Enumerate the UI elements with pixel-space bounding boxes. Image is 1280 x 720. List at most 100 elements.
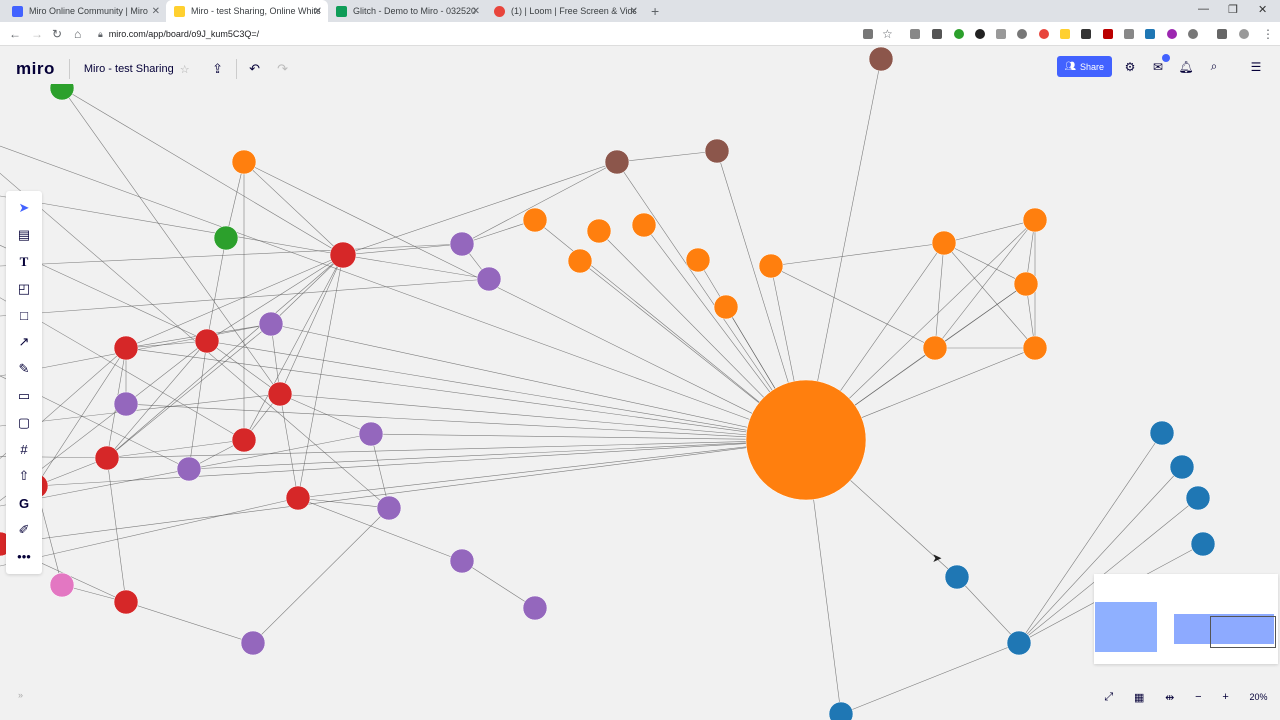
zoom-level[interactable]: 20% (1250, 692, 1268, 702)
settings-sliders-icon[interactable]: ⚙ (1120, 57, 1140, 77)
graph-edge[interactable] (297, 439, 807, 499)
graph-node-orange[interactable] (1022, 335, 1048, 361)
network-graph[interactable] (0, 46, 1280, 720)
graph-edge[interactable] (243, 254, 344, 441)
home-icon[interactable]: ⌂ (74, 27, 81, 41)
graph-edge[interactable] (342, 254, 490, 280)
export-icon[interactable]: ⇪ (204, 56, 232, 82)
connection-line-icon[interactable]: ↗ (6, 329, 42, 356)
browser-tab-active[interactable]: Miro - test Sharing, Online White ✕ (166, 0, 328, 22)
graph-edge[interactable] (943, 219, 1036, 244)
graph-edge[interactable] (61, 87, 281, 395)
extension-icon[interactable] (1081, 29, 1091, 39)
shape-icon[interactable]: □ (6, 302, 42, 329)
extension-icon[interactable] (1017, 29, 1027, 39)
close-tab-icon[interactable]: ✕ (630, 6, 638, 17)
notifications-bell-icon[interactable]: 🔔︎ (1176, 57, 1196, 77)
graph-node-blue[interactable] (1006, 630, 1032, 656)
extension-icon[interactable] (910, 29, 920, 39)
graph-node-purple[interactable] (449, 231, 475, 257)
text-icon[interactable]: T (6, 249, 42, 276)
extension-icon[interactable] (1188, 29, 1198, 39)
reload-icon[interactable]: ↻ (52, 27, 62, 41)
graph-node-purple[interactable] (176, 456, 202, 482)
templates-icon[interactable]: ▤ (6, 222, 42, 249)
graph-node-purple[interactable] (522, 595, 548, 621)
graph-node-red[interactable] (94, 445, 120, 471)
graph-edge[interactable] (943, 242, 1027, 285)
browser-tab[interactable]: (1) | Loom | Free Screen & Video ✕ (486, 0, 644, 22)
graph-edge[interactable] (279, 393, 372, 435)
extension-icon[interactable] (1039, 29, 1049, 39)
redo-icon[interactable]: ↷ (269, 56, 297, 82)
graph-node-purple[interactable] (449, 548, 475, 574)
graph-edge[interactable] (461, 560, 536, 609)
graph-node-orange[interactable] (231, 149, 257, 175)
miro-logo[interactable]: miro (6, 59, 65, 79)
graph-edge[interactable] (125, 254, 344, 349)
zoom-in-icon[interactable]: + (1222, 691, 1228, 703)
graph-edge[interactable] (206, 237, 227, 342)
upload-icon[interactable]: ⇧ (6, 463, 42, 490)
graph-edge[interactable] (840, 642, 1020, 715)
graph-node-orange[interactable] (567, 248, 593, 274)
extension-icon[interactable] (996, 29, 1006, 39)
back-icon[interactable]: ← (9, 27, 21, 41)
graph-node-orange[interactable] (758, 253, 784, 279)
graph-node-brown[interactable] (704, 138, 730, 164)
graph-edge[interactable] (125, 347, 807, 441)
graph-node-orange[interactable] (745, 379, 867, 501)
graph-edge[interactable] (0, 497, 299, 567)
graph-edge[interactable] (61, 87, 344, 256)
graph-edge[interactable] (35, 439, 807, 487)
browser-menu-icon[interactable]: ⋮ (1262, 27, 1274, 41)
search-icon[interactable]: ⌕ (1204, 57, 1224, 77)
graph-node-blue[interactable] (944, 564, 970, 590)
graph-edge[interactable] (125, 601, 254, 644)
graph-node-orange[interactable] (1013, 271, 1039, 297)
close-tab-icon[interactable]: ✕ (472, 6, 480, 17)
graph-edge[interactable] (206, 340, 807, 441)
graph-edge[interactable] (770, 242, 945, 267)
graph-edge[interactable] (188, 340, 208, 470)
extension-icon[interactable] (1217, 29, 1227, 39)
graph-edge[interactable] (770, 265, 936, 349)
extension-icon[interactable] (1060, 29, 1070, 39)
graph-edge[interactable] (188, 439, 807, 470)
graph-edge[interactable] (934, 242, 945, 349)
pen-icon[interactable]: ✎ (6, 356, 42, 383)
graph-node-orange[interactable] (1022, 207, 1048, 233)
new-tab-button[interactable]: + (651, 3, 659, 19)
extension-icon[interactable] (975, 29, 985, 39)
browser-tab[interactable]: Miro Online Community | Miro ✕ (4, 0, 166, 22)
board-canvas[interactable]: miro Miro - test Sharing ☆ ⇪ ↶ ↷ 👥︎ Shar… (0, 46, 1280, 720)
graph-edge[interactable] (0, 195, 344, 256)
graph-edge[interactable] (243, 161, 344, 256)
graph-node-orange[interactable] (713, 294, 739, 320)
frame-icon[interactable]: # (6, 436, 42, 463)
graph-edge[interactable] (0, 439, 807, 545)
graph-node-blue[interactable] (828, 701, 854, 720)
graph-edge[interactable] (370, 433, 807, 441)
extension-icon[interactable] (932, 29, 942, 39)
extension-icon[interactable] (1124, 29, 1134, 39)
extension-icon[interactable] (1103, 29, 1113, 39)
graph-node-pink[interactable] (49, 572, 75, 598)
minimap[interactable] (1094, 574, 1278, 664)
url-field[interactable]: 🔒︎ miro.com/app/board/o9J_kum5C3Q=/ (98, 25, 878, 43)
graph-node-purple[interactable] (476, 266, 502, 292)
graph-edge[interactable] (342, 243, 463, 256)
more-icon[interactable]: ••• (6, 543, 42, 570)
graph-node-blue[interactable] (1190, 531, 1216, 557)
extension-icon[interactable] (863, 29, 873, 39)
graph-node-red[interactable] (285, 485, 311, 511)
graph-edge[interactable] (342, 161, 618, 256)
graph-node-red[interactable] (267, 381, 293, 407)
bookmark-star-icon[interactable]: ☆ (882, 27, 893, 41)
graph-node-purple[interactable] (376, 495, 402, 521)
close-tab-icon[interactable]: ✕ (152, 6, 160, 17)
graph-node-red[interactable] (194, 328, 220, 354)
graph-node-red[interactable] (113, 589, 139, 615)
graph-node-purple[interactable] (258, 311, 284, 337)
google-icon[interactable]: G (6, 490, 42, 517)
